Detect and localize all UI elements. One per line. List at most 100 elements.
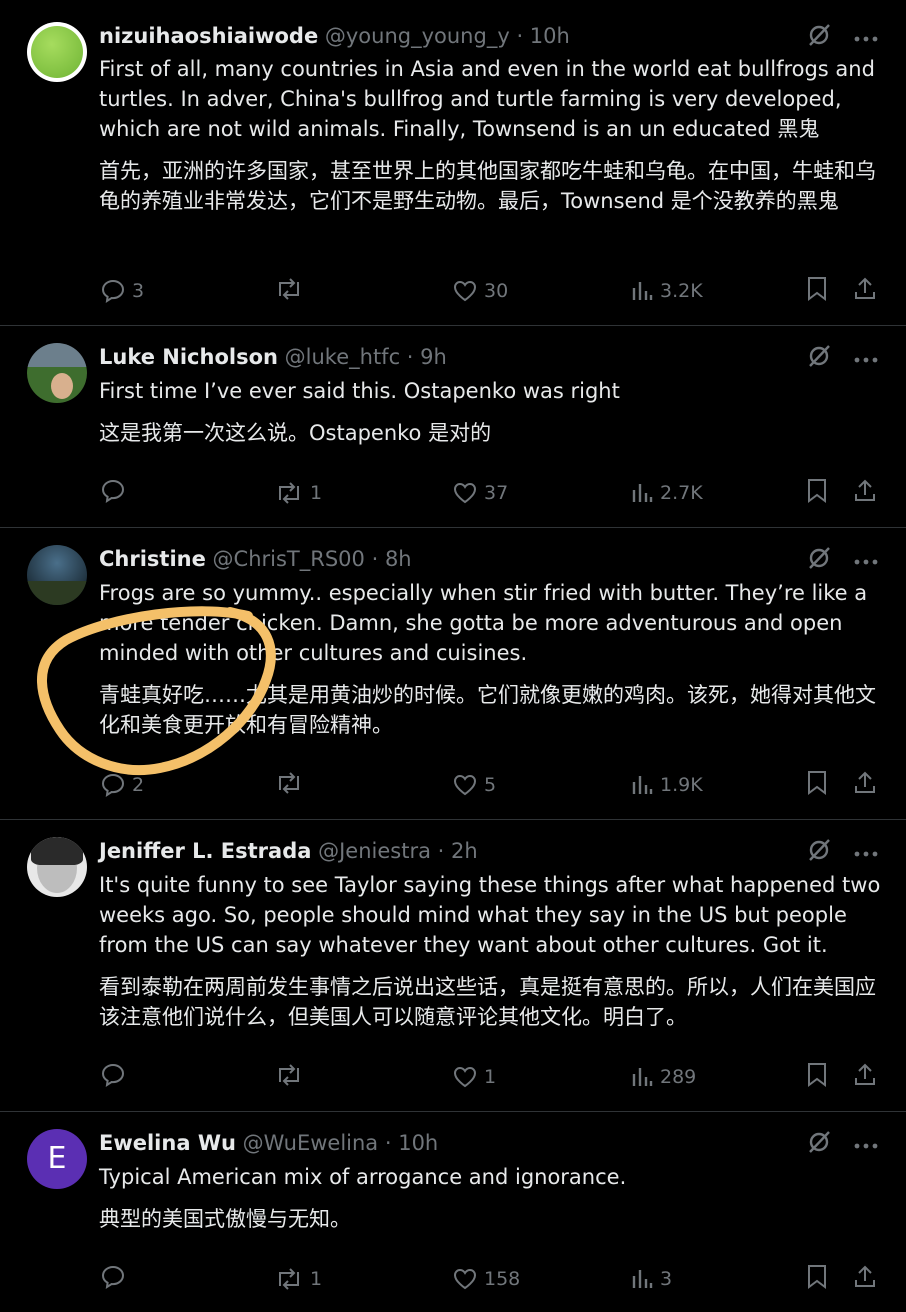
tweet-text-en: First of all, many countries in Asia and… (99, 57, 875, 141)
tweet[interactable]: Christine @ChrisT_RS00 · 8h Frogs are so… (0, 528, 906, 820)
avatar[interactable] (27, 343, 87, 403)
more-options-icon[interactable] (854, 349, 878, 368)
reply-count: 3 (132, 280, 145, 302)
separator: · (400, 345, 421, 369)
author-name[interactable]: Luke Nicholson (99, 345, 278, 369)
heart-icon (453, 1066, 477, 1088)
tweet-header: Jeniffer L. Estrada @Jeniestra · 2h (99, 837, 478, 865)
grok-icon[interactable] (806, 1129, 832, 1159)
reply-button[interactable] (100, 478, 132, 504)
avatar[interactable] (27, 22, 87, 82)
author-name[interactable]: Ewelina Wu (99, 1131, 236, 1155)
like-button[interactable]: 5 (452, 770, 496, 800)
bookmark-button[interactable] (806, 478, 828, 504)
bookmark-button[interactable] (806, 1264, 828, 1290)
action-bar: 3 30 3.2K (100, 276, 880, 306)
separator: · (430, 839, 451, 863)
author-name[interactable]: Jeniffer L. Estrada (99, 839, 311, 863)
bookmark-button[interactable] (806, 770, 828, 796)
analytics-icon (632, 282, 653, 300)
bookmark-icon (808, 771, 826, 795)
avatar[interactable] (27, 837, 87, 897)
repost-button[interactable] (274, 1062, 310, 1088)
timestamp[interactable]: 9h (420, 345, 447, 369)
heart-icon (453, 1268, 477, 1290)
reply-button[interactable]: 2 (100, 770, 144, 800)
views-button[interactable]: 2.7K (630, 478, 703, 508)
separator: · (378, 1131, 399, 1155)
reply-button[interactable] (100, 1264, 132, 1290)
repost-icon (279, 1268, 299, 1290)
avatar[interactable]: E (27, 1129, 87, 1189)
timestamp[interactable]: 2h (451, 839, 478, 863)
author-name[interactable]: nizuihaoshiaiwode (99, 24, 318, 48)
reply-icon (101, 479, 125, 504)
repost-button[interactable]: 1 (274, 1264, 322, 1294)
views-button[interactable]: 3.2K (630, 276, 703, 306)
views-button[interactable]: 3 (630, 1264, 672, 1294)
like-button[interactable]: 158 (452, 1264, 520, 1294)
share-button[interactable] (852, 276, 878, 302)
tweet[interactable]: Jeniffer L. Estrada @Jeniestra · 2h It's… (0, 820, 906, 1112)
like-count: 158 (484, 1268, 521, 1290)
author-handle[interactable]: @ChrisT_RS00 (213, 547, 365, 571)
repost-button[interactable]: 1 (274, 478, 322, 508)
tweet-header: Luke Nicholson @luke_htfc · 9h (99, 343, 447, 371)
repost-button[interactable] (274, 770, 310, 796)
share-icon (855, 771, 875, 793)
tweet[interactable]: Luke Nicholson @luke_htfc · 9h First tim… (0, 326, 906, 528)
repost-button[interactable] (274, 276, 310, 302)
views-button[interactable]: 1.9K (630, 770, 703, 800)
share-button[interactable] (852, 478, 878, 504)
bookmark-button[interactable] (806, 1062, 828, 1088)
author-name[interactable]: Christine (99, 547, 206, 571)
author-handle[interactable]: @Jeniestra (318, 839, 431, 863)
tweet-header: Ewelina Wu @WuEwelina · 10h (99, 1129, 438, 1157)
like-button[interactable]: 37 (452, 478, 508, 508)
author-handle[interactable]: @luke_htfc (285, 345, 400, 369)
scene-shape (27, 581, 87, 605)
like-button[interactable]: 1 (452, 1062, 496, 1092)
share-icon (855, 1265, 875, 1287)
timestamp[interactable]: 10h (398, 1131, 438, 1155)
share-icon (855, 277, 875, 299)
bookmark-button[interactable] (806, 276, 828, 302)
tweet-text-en: Frogs are so yummy.. especially when sti… (99, 581, 868, 665)
like-count: 37 (484, 482, 509, 504)
more-options-icon[interactable] (854, 28, 878, 47)
tweet-text-en: It's quite funny to see Taylor saying th… (99, 873, 881, 957)
share-icon (855, 479, 875, 501)
like-button[interactable]: 30 (452, 276, 508, 306)
analytics-icon (632, 776, 653, 794)
bookmark-icon (808, 277, 826, 301)
separator: · (509, 24, 530, 48)
view-count: 2.7K (660, 482, 703, 504)
tweet-text-zh: 首先，亚洲的许多国家，甚至世界上的其他国家都吃牛蛙和乌龟。在中国，牛蛙和乌龟的养… (99, 159, 876, 213)
views-button[interactable]: 289 (630, 1062, 696, 1092)
grok-icon[interactable] (806, 343, 832, 373)
more-options-icon[interactable] (854, 551, 878, 570)
grok-icon[interactable] (806, 22, 832, 52)
author-handle[interactable]: @WuEwelina (243, 1131, 379, 1155)
tweet[interactable]: E Ewelina Wu @WuEwelina · 10h Typical Am… (0, 1112, 906, 1312)
view-count: 3 (660, 1268, 673, 1290)
face-shape (51, 373, 73, 399)
analytics-icon (632, 1270, 653, 1288)
share-button[interactable] (852, 1264, 878, 1290)
action-bar: 1 37 2.7K (100, 478, 880, 508)
share-button[interactable] (852, 770, 878, 796)
timestamp[interactable]: 8h (385, 547, 412, 571)
more-options-icon[interactable] (854, 843, 878, 862)
timestamp[interactable]: 10h (530, 24, 570, 48)
share-button[interactable] (852, 1062, 878, 1088)
more-options-icon[interactable] (854, 1135, 878, 1154)
like-count: 5 (484, 774, 497, 796)
tweet[interactable]: nizuihaoshiaiwode @young_young_y · 10h F… (0, 0, 906, 326)
grok-icon[interactable] (806, 837, 832, 867)
avatar[interactable] (27, 545, 87, 605)
author-handle[interactable]: @young_young_y (325, 24, 510, 48)
reply-button[interactable] (100, 1062, 132, 1088)
reply-button[interactable]: 3 (100, 276, 144, 306)
grok-icon[interactable] (806, 545, 832, 575)
reply-icon (101, 773, 125, 798)
